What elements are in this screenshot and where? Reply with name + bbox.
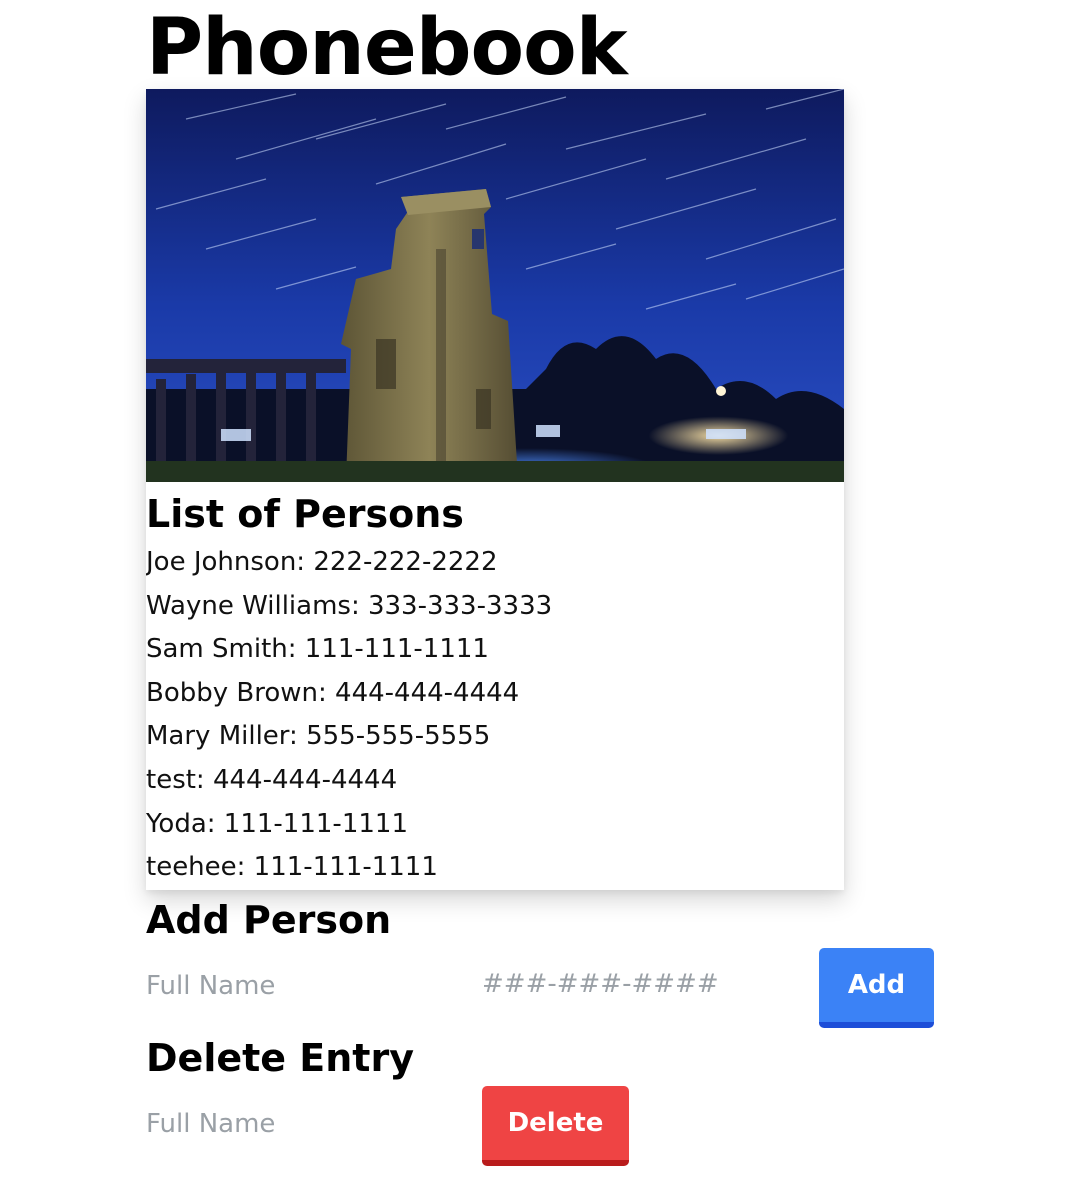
list-item: Mary Miller: 555-555-5555 <box>146 721 491 752</box>
delete-full-name-input[interactable] <box>146 1101 466 1147</box>
list-item: Bobby Brown: 444-444-4444 <box>146 677 520 708</box>
list-item: Sam Smith: 111-111-1111 <box>146 634 489 665</box>
delete-entry-heading: Delete Entry <box>146 1036 414 1080</box>
hero-image <box>146 89 844 482</box>
page-title: Phonebook <box>146 3 628 93</box>
list-item: teehee: 111-111-1111 <box>146 852 438 883</box>
add-person-heading: Add Person <box>146 898 392 942</box>
list-item: Yoda: 111-111-1111 <box>146 808 408 839</box>
add-button[interactable]: Add <box>819 948 934 1028</box>
phonebook-page: Phonebook List of Persons Joe Johnson: 2… <box>0 0 1080 1180</box>
persons-card: List of Persons Joe Johnson: 222-222-222… <box>146 89 844 890</box>
list-item: Joe Johnson: 222-222-2222 <box>146 547 498 577</box>
list-item: test: 444-444-4444 <box>146 764 398 795</box>
add-phone-input[interactable] <box>482 961 802 1007</box>
list-item: Wayne Williams: 333-333-3333 <box>146 590 553 621</box>
persons-list-heading: List of Persons <box>146 492 464 536</box>
delete-button[interactable]: Delete <box>482 1086 629 1166</box>
persons-list: Joe Johnson: 222-222-2222 Wayne Williams… <box>146 541 552 890</box>
add-full-name-input[interactable] <box>146 963 466 1009</box>
